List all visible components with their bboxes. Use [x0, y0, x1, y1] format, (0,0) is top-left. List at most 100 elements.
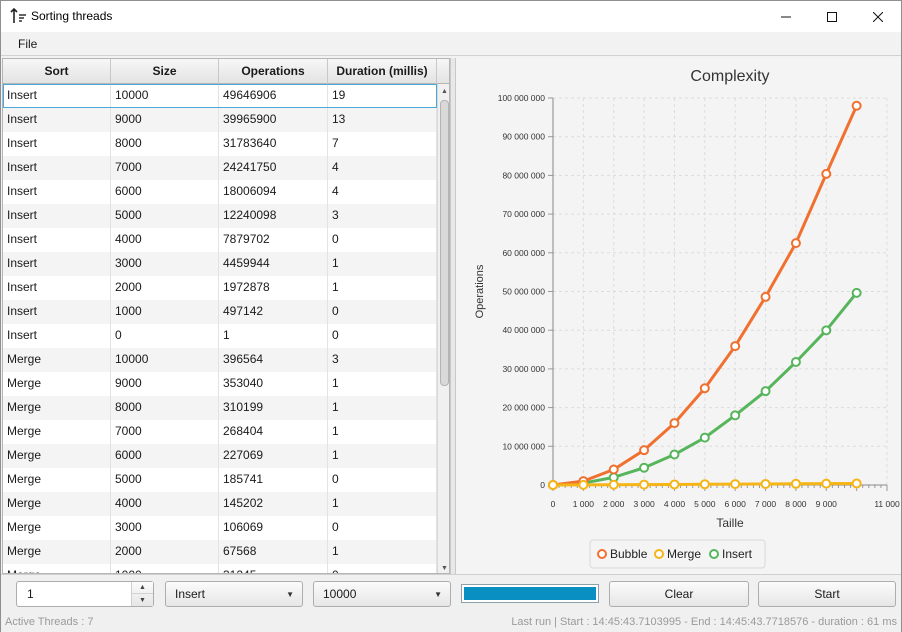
- table-row[interactable]: Merge 7000 268404 1: [3, 420, 437, 444]
- data-point-bubble: [639, 445, 650, 456]
- column-header-operations[interactable]: Operations: [219, 59, 328, 84]
- table-row[interactable]: Merge 5000 185741 0: [3, 468, 437, 492]
- table-cell-operations: 49646906: [219, 84, 328, 108]
- table-row[interactable]: Merge 8000 310199 1: [3, 396, 437, 420]
- table-cell-operations: 1972878: [219, 276, 328, 300]
- sort-algorithm-select[interactable]: Insert ▼: [165, 581, 303, 607]
- table-cell-duration: 1: [328, 540, 437, 564]
- table-row[interactable]: Merge 2000 67568 1: [3, 540, 437, 564]
- table-row[interactable]: Insert 9000 39965900 13: [3, 108, 437, 132]
- table-row[interactable]: Insert 2000 1972878 1: [3, 276, 437, 300]
- data-point-insert: [699, 432, 710, 443]
- data-point-merge: [669, 479, 680, 490]
- table-row[interactable]: Insert 10000 49646906 19: [3, 84, 437, 108]
- column-header-size[interactable]: Size: [111, 59, 219, 84]
- minimize-button[interactable]: [763, 1, 809, 32]
- data-point-merge: [699, 479, 710, 490]
- table-cell-duration: 1: [328, 492, 437, 516]
- start-button[interactable]: Start: [758, 581, 896, 607]
- maximize-button[interactable]: [809, 1, 855, 32]
- scrollbar-thumb[interactable]: [440, 100, 449, 386]
- table-header: Sort Size Operations Duration (millis): [3, 59, 437, 84]
- table-cell-sort: Insert: [3, 252, 111, 276]
- table-row[interactable]: Insert 4000 7879702 0: [3, 228, 437, 252]
- table-row[interactable]: Merge 6000 227069 1: [3, 444, 437, 468]
- table-cell-size: 6000: [111, 444, 219, 468]
- clear-button[interactable]: Clear: [609, 581, 749, 607]
- table-row[interactable]: Insert 3000 4459944 1: [3, 252, 437, 276]
- table-row[interactable]: Merge 10000 396564 3: [3, 348, 437, 372]
- table-row[interactable]: Insert 8000 31783640 7: [3, 132, 437, 156]
- last-run-status: Last run | Start : 14:45:43.7103995 - En…: [511, 616, 897, 628]
- table-cell-operations: 18006094: [219, 180, 328, 204]
- table-row[interactable]: Insert 6000 18006094 4: [3, 180, 437, 204]
- table-cell-sort: Insert: [3, 84, 111, 108]
- table-row[interactable]: Insert 5000 12240098 3: [3, 204, 437, 228]
- thread-count-spinner[interactable]: 1 ▲ ▼: [16, 581, 154, 607]
- table-row[interactable]: Insert 0 1 0: [3, 324, 437, 348]
- spinner-up-arrow-icon[interactable]: ▲: [132, 582, 153, 594]
- data-point-merge: [790, 478, 801, 489]
- data-point-bubble: [851, 100, 862, 111]
- data-point-insert: [821, 325, 832, 336]
- table-cell-size: 0: [111, 324, 219, 348]
- results-table[interactable]: Sort Size Operations Duration (millis) I…: [2, 58, 450, 574]
- title-bar[interactable]: Sorting threads: [1, 1, 901, 32]
- table-row[interactable]: Merge1000312450: [3, 564, 437, 573]
- table-vertical-scrollbar[interactable]: ▲ ▼: [437, 84, 449, 573]
- x-tick-label: 4 000: [664, 499, 686, 509]
- table-cell-operations: 106069: [219, 516, 328, 540]
- x-axis-label: Taille: [716, 516, 744, 530]
- spinner-down-arrow-icon[interactable]: ▼: [132, 594, 153, 606]
- menu-file[interactable]: File: [10, 37, 45, 51]
- table-cell-duration: 0: [328, 468, 437, 492]
- data-point-insert: [639, 462, 650, 473]
- table-cell-duration: 1: [328, 252, 437, 276]
- table-cell-duration: 1: [328, 396, 437, 420]
- complexity-chart: 0 10 000 000 20 000 000 30 000 000 40 000 00…: [474, 68, 900, 569]
- data-point-bubble: [608, 464, 619, 475]
- menu-bar: File: [1, 32, 901, 56]
- close-button[interactable]: [855, 1, 901, 32]
- table-cell-operations: 4459944: [219, 252, 328, 276]
- thread-count-value[interactable]: 1: [27, 587, 34, 601]
- table-cell-sort: Merge: [3, 492, 111, 516]
- table-cell-operations: 12240098: [219, 204, 328, 228]
- data-point-merge: [548, 480, 558, 490]
- data-point-merge: [639, 479, 650, 490]
- run-progress-bar: [461, 584, 599, 603]
- data-point-bubble: [760, 291, 771, 302]
- table-row[interactable]: Insert 1000 497142 0: [3, 300, 437, 324]
- table-cell-duration: 7: [328, 132, 437, 156]
- dropdown-arrow-icon: ▼: [434, 590, 442, 599]
- y-tick-label: 50 000 000: [502, 287, 545, 297]
- bottom-toolbar: 1 ▲ ▼ Insert ▼ 10000 ▼ Clear Start Activ…: [1, 574, 901, 632]
- table-cell-size: 9000: [111, 108, 219, 132]
- x-tick-label: 6 000: [725, 499, 747, 509]
- table-cell-size: 1000: [111, 564, 219, 573]
- table-cell-sort: Merge: [3, 516, 111, 540]
- table-cell-sort: Merge: [3, 396, 111, 420]
- x-tick-label: 5 000: [694, 499, 716, 509]
- table-cell-duration: 0: [328, 324, 437, 348]
- table-row[interactable]: Insert 7000 24241750 4: [3, 156, 437, 180]
- array-size-value: 10000: [323, 587, 357, 601]
- column-header-duration[interactable]: Duration (millis): [328, 59, 437, 84]
- array-size-select[interactable]: 10000 ▼: [313, 581, 451, 607]
- table-cell-sort: Merge: [3, 540, 111, 564]
- x-tick-label: 11 000: [874, 499, 900, 509]
- table-cell-operations: 39965900: [219, 108, 328, 132]
- table-row[interactable]: Merge 9000 353040 1: [3, 372, 437, 396]
- maximize-icon: [827, 11, 837, 22]
- y-tick-label: 30 000 000: [502, 364, 545, 374]
- table-row[interactable]: Merge 4000 145202 1: [3, 492, 437, 516]
- complexity-chart-panel: 0 10 000 000 20 000 000 30 000 000 40 000 00…: [456, 58, 901, 574]
- y-tick-label: 0: [540, 480, 545, 490]
- scroll-down-arrow-icon[interactable]: ▼: [438, 561, 449, 573]
- table-row[interactable]: Merge 3000 106069 0: [3, 516, 437, 540]
- table-cell-operations: 497142: [219, 300, 328, 324]
- scroll-up-arrow-icon[interactable]: ▲: [438, 84, 449, 98]
- column-header-sort[interactable]: Sort: [3, 59, 111, 84]
- table-cell-sort: Merge: [3, 444, 111, 468]
- dropdown-arrow-icon: ▼: [286, 590, 294, 599]
